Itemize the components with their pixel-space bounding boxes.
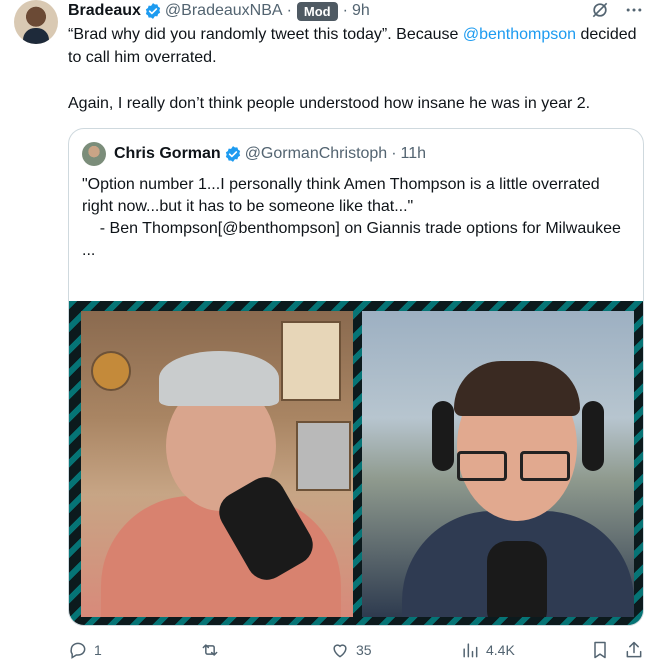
- tweet-header: Bradeaux @BradeauxNBA · Mod · 9h: [68, 0, 370, 22]
- person-glasses: [457, 451, 507, 481]
- verified-badge-icon: [225, 146, 240, 162]
- verified-badge-icon: [145, 3, 161, 19]
- share-button[interactable]: [624, 640, 644, 660]
- retweet-icon: [202, 644, 218, 656]
- headphones: [432, 401, 454, 471]
- views-button[interactable]: 4.4K: [460, 640, 515, 660]
- author-avatar[interactable]: [14, 0, 58, 44]
- grok-icon[interactable]: [590, 0, 610, 20]
- views-count: 4.4K: [486, 642, 515, 658]
- tweet-text-paragraph: Again, I really don’t think people under…: [68, 95, 591, 112]
- tweet-time[interactable]: 9h: [352, 2, 370, 20]
- tweet-top-icons: [590, 0, 644, 20]
- quoted-author-handle[interactable]: @GormanChristoph: [245, 145, 388, 163]
- reply-icon: [70, 642, 86, 659]
- separator-dot: ·: [391, 145, 397, 162]
- quoted-author-avatar[interactable]: [82, 142, 106, 166]
- wall-poster: [281, 321, 341, 401]
- bookmark-button[interactable]: [590, 640, 610, 660]
- mod-badge: Mod: [296, 1, 338, 21]
- reply-count: 1: [94, 642, 102, 658]
- quoted-tweet-text: "Option number 1...I personally think Am…: [82, 176, 621, 259]
- quoted-author-name[interactable]: Chris Gorman: [114, 145, 221, 163]
- tweet-text: “Brad why did you randomly tweet this to…: [68, 23, 638, 138]
- separator-dot: ·: [342, 2, 348, 19]
- wall-poster: [91, 351, 131, 391]
- retweet-button[interactable]: [200, 640, 226, 660]
- heart-icon: [333, 644, 347, 658]
- tweet-text-part: “Brad why did you randomly tweet this to…: [68, 26, 463, 43]
- headphones: [582, 401, 604, 471]
- quoted-tweet-header: Chris Gorman @GormanChristoph · 11h: [82, 142, 426, 166]
- quoted-video[interactable]: [69, 301, 643, 625]
- microphone: [487, 541, 547, 617]
- person-hair: [454, 361, 580, 416]
- more-icon[interactable]: [624, 0, 644, 20]
- author-name[interactable]: Bradeaux: [68, 2, 141, 20]
- share-icon: [626, 641, 642, 658]
- video-panel-left: [81, 311, 353, 617]
- like-button[interactable]: 35: [330, 640, 372, 660]
- bookmark-icon: [594, 641, 606, 659]
- tweet-actions: 1 35 4.4K: [68, 640, 644, 664]
- video-panel-right: [362, 311, 634, 617]
- like-count: 35: [356, 642, 372, 658]
- wall-poster: [296, 421, 351, 491]
- views-icon: [463, 643, 478, 658]
- person-glasses: [520, 451, 570, 481]
- separator-dot: ·: [286, 2, 292, 19]
- mention-link[interactable]: @benthompson: [463, 26, 576, 43]
- quoted-tweet-time[interactable]: 11h: [401, 145, 427, 163]
- person-cap: [159, 351, 279, 406]
- quoted-tweet[interactable]: Chris Gorman @GormanChristoph · 11h "Opt…: [68, 128, 644, 626]
- author-handle[interactable]: @BradeauxNBA: [165, 2, 283, 20]
- reply-button[interactable]: 1: [68, 640, 102, 660]
